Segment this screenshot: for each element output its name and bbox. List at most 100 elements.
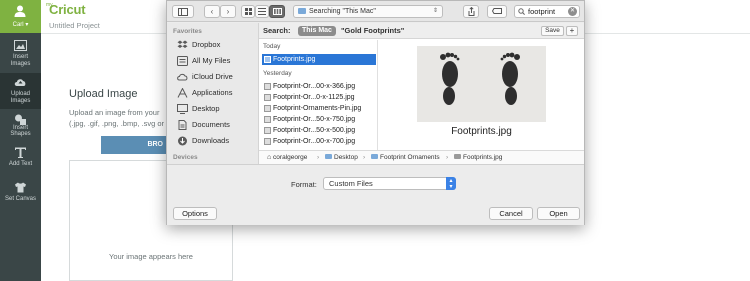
path-item-file[interactable]: Footprints.jpg	[454, 151, 502, 164]
rail-label: Shapes	[10, 131, 31, 137]
scope-this-mac-button[interactable]: This Mac	[298, 26, 336, 36]
footprints-preview-image	[417, 46, 546, 122]
desktop-icon	[177, 104, 188, 114]
path-bar: ⌂ coralgeorge › Desktop › Footprint Orna…	[259, 150, 584, 164]
chevron-left-icon: ‹	[210, 7, 214, 16]
all-files-icon	[177, 56, 188, 66]
sidebar-item-all-my-files[interactable]: All My Files	[177, 55, 230, 67]
path-separator: ›	[446, 154, 449, 161]
path-separator: ›	[317, 154, 320, 161]
project-title: Untitled Project	[49, 21, 100, 30]
user-menu[interactable]: Carl ▾	[0, 0, 41, 33]
rail-label: Set Canvas	[4, 196, 37, 202]
image-file-icon	[264, 94, 271, 101]
sidebar-item-icloud-drive[interactable]: iCloud Drive	[177, 71, 233, 83]
file-preview: Footprints.jpg	[379, 40, 584, 150]
folder-icon	[298, 7, 306, 14]
location-label: Searching "This Mac"	[309, 8, 376, 15]
search-input[interactable]: footprint ✕	[514, 5, 580, 18]
image-file-icon	[264, 105, 271, 112]
drop-placeholder-text: Your image appears here	[109, 252, 193, 261]
image-file-icon	[264, 127, 271, 134]
icon-view-button[interactable]	[241, 5, 255, 18]
file-item[interactable]: Footprint-Or...00-x-700.jpg	[262, 136, 376, 147]
clear-search-icon[interactable]: ✕	[568, 7, 577, 16]
column-view-button[interactable]	[269, 5, 285, 18]
add-criteria-button[interactable]: +	[566, 26, 578, 36]
forward-button[interactable]: ›	[220, 5, 236, 18]
file-item[interactable]: Footprint-Or...50-x-500.jpg	[262, 125, 376, 136]
rail-label: Upload	[10, 91, 30, 97]
applications-icon	[177, 88, 188, 98]
image-file-icon	[264, 83, 271, 90]
sidebar-toggle-button[interactable]	[172, 5, 194, 18]
cancel-button[interactable]: Cancel	[489, 207, 533, 220]
group-heading-today: Today	[263, 43, 281, 50]
format-value: Custom Files	[329, 179, 373, 188]
open-button[interactable]: Open	[537, 207, 580, 220]
image-icon	[14, 40, 27, 51]
text-icon	[15, 147, 26, 158]
browse-button[interactable]: BRO	[101, 136, 167, 154]
format-label: Format:	[291, 180, 317, 189]
path-item-footprint-ornaments[interactable]: Footprint Ornaments	[371, 151, 440, 164]
back-button[interactable]: ‹	[204, 5, 220, 18]
rail-upload-images[interactable]: Upload Images	[0, 73, 41, 109]
rail-insert-shapes[interactable]: Insert Shapes	[0, 110, 41, 146]
sidebar-item-downloads[interactable]: Downloads	[177, 135, 229, 147]
scope-label: Search:	[263, 26, 291, 35]
file-list: Today Footprints.jpg Yesterday Footprint…	[259, 40, 378, 150]
list-icon	[258, 8, 266, 15]
file-item-selected[interactable]: Footprints.jpg	[262, 54, 376, 65]
share-icon	[468, 6, 474, 16]
sidebar-item-desktop[interactable]: Desktop	[177, 103, 220, 115]
format-select[interactable]: Custom Files ▴ ▾	[323, 177, 456, 190]
rail-set-canvas[interactable]: Set Canvas	[0, 178, 41, 214]
file-item[interactable]: Footprint-Ornaments-Pin.jpg	[262, 103, 376, 114]
dropbox-icon	[177, 40, 188, 48]
folder-icon	[371, 154, 378, 159]
search-scope-bar: Search: This Mac "Gold Footprints" Save …	[259, 23, 584, 39]
cloud-icon	[177, 73, 188, 81]
documents-icon	[178, 120, 187, 130]
list-view-button[interactable]	[255, 5, 269, 18]
file-item[interactable]: Footprint-Or...50-x-750.jpg	[262, 114, 376, 125]
options-button[interactable]: Options	[173, 207, 217, 220]
file-item[interactable]: Footprint-Or...0-x-1125.jpg	[262, 92, 376, 103]
dialog-toolbar: ‹ › Searching "This Mac" ⇕ footprint ✕	[167, 1, 584, 22]
shapes-icon	[15, 114, 26, 125]
dialog-footer: Format: Custom Files ▴ ▾ Options Cancel O…	[167, 164, 584, 225]
upload-title: Upload Image	[69, 88, 138, 100]
tag-icon	[491, 8, 502, 14]
image-file-icon	[264, 116, 271, 123]
rail-insert-images[interactable]: Insert Images	[0, 36, 41, 72]
save-search-button[interactable]: Save	[541, 26, 564, 36]
rail-label: Insert	[12, 54, 28, 60]
updown-arrows-icon: ▴ ▾	[446, 177, 456, 190]
path-item-home[interactable]: ⌂ coralgeorge	[267, 151, 307, 164]
sidebar-item-dropbox[interactable]: Dropbox	[177, 39, 220, 51]
sidebar-item-applications[interactable]: Applications	[177, 87, 232, 99]
rail-label: Images	[10, 98, 31, 104]
search-value: footprint	[528, 7, 556, 16]
rail-add-text[interactable]: Add Text	[0, 143, 41, 179]
group-heading-yesterday: Yesterday	[263, 70, 292, 77]
share-button[interactable]	[463, 5, 479, 18]
devices-heading: Devices	[173, 154, 198, 161]
path-separator: ›	[363, 154, 366, 161]
sidebar-item-documents[interactable]: Documents	[177, 119, 230, 131]
location-popup[interactable]: Searching "This Mac" ⇕	[293, 5, 443, 18]
search-icon	[518, 8, 525, 15]
favorites-heading: Favorites	[173, 28, 202, 35]
image-file-icon	[264, 56, 271, 63]
scope-folder-button[interactable]: "Gold Footprints"	[341, 23, 404, 39]
rail-label: Add Text	[8, 161, 33, 167]
image-file-icon	[454, 154, 461, 159]
user-avatar-icon	[14, 5, 26, 17]
home-icon: ⌂	[267, 154, 272, 161]
image-file-icon	[264, 138, 271, 145]
path-item-desktop[interactable]: Desktop	[325, 151, 358, 164]
downloads-icon	[178, 136, 187, 146]
tags-button[interactable]	[487, 5, 507, 18]
file-item[interactable]: Footprint-Or...00-x-366.jpg	[262, 81, 376, 92]
